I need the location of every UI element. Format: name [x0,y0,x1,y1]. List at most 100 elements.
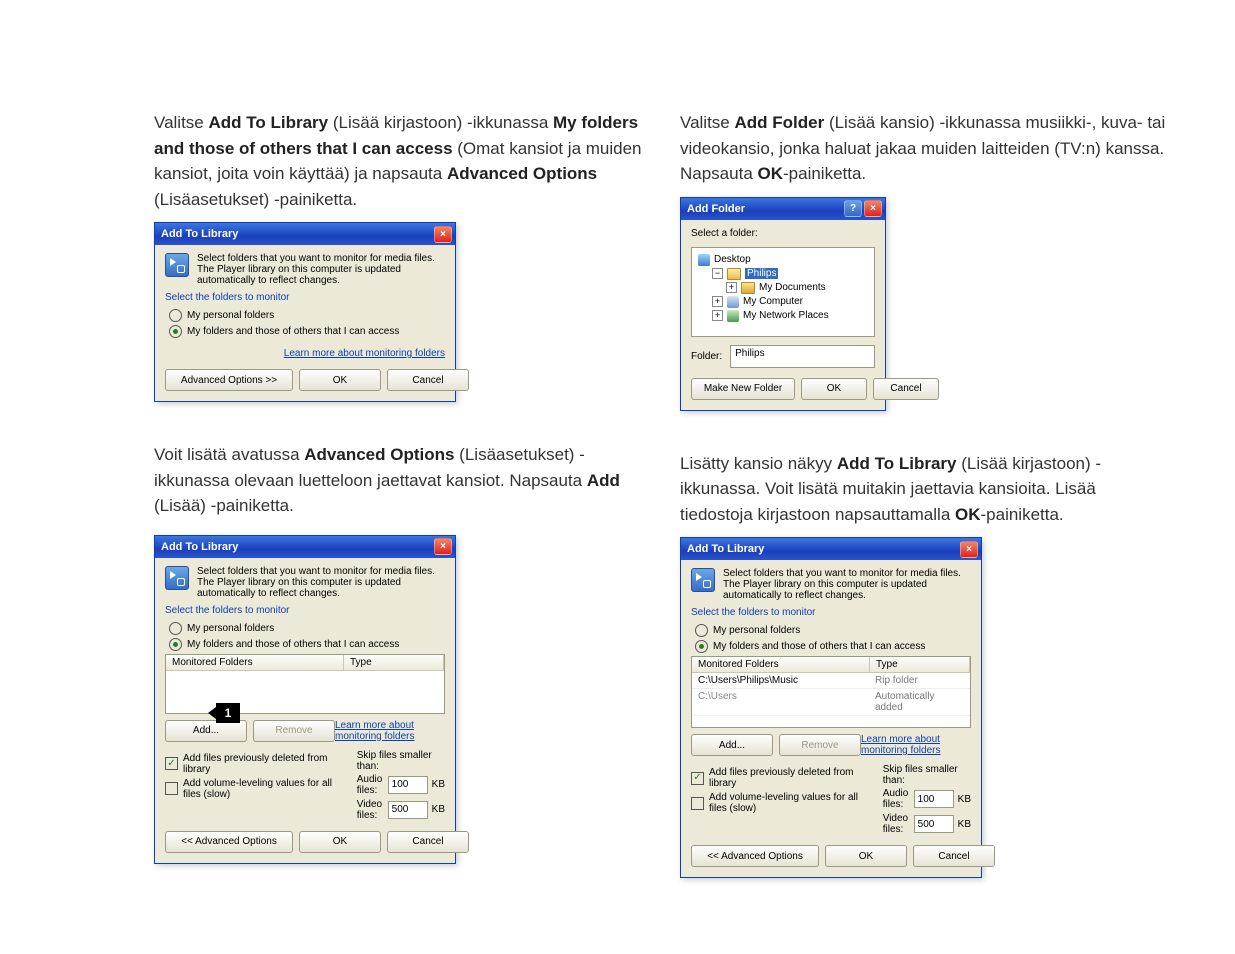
table-row[interactable]: C:\Users\Philips\MusicRip folder [692,673,970,689]
advanced-options-button[interactable]: << Advanced Options [691,845,819,867]
folder-name-input[interactable]: Philips [730,345,875,368]
dialog-add-to-library-populated: Add To Library × Select folders that you… [680,537,982,878]
advanced-options-button[interactable]: << Advanced Options [165,831,293,853]
callout-marker-1: 1 [216,703,240,723]
expand-icon[interactable]: + [726,282,737,293]
text: (Lisää kirjastoon) -ikkunassa [328,113,553,132]
chk-add-deleted[interactable]: Add files previously deleted from librar… [165,753,339,775]
video-size-input[interactable]: 500 [914,815,954,833]
label: Folder: [691,351,722,362]
cell: Rip folder [869,673,970,688]
right-para-2: Lisätty kansio näkyy Add To Library (Lis… [680,451,1170,528]
titlebar[interactable]: Add To Library × [681,538,981,560]
learn-link[interactable]: Learn more about monitoring folders [861,734,971,756]
chk-add-deleted[interactable]: Add files previously deleted from librar… [691,767,865,789]
ok-button[interactable]: OK [299,831,381,853]
add-button[interactable]: Add... [165,720,247,742]
radio-all-access[interactable]: My folders and those of others that I ca… [169,325,445,338]
table-row[interactable]: C:\UsersAutomatically added [692,689,970,716]
text: (Lisää) -painiketta. [154,496,294,515]
learn-link[interactable]: Learn more about monitoring folders [284,348,445,359]
col-header[interactable]: Monitored Folders [166,655,344,670]
tree-item[interactable]: My Network Places [743,310,829,321]
remove-button: Remove [253,720,335,742]
tree-item[interactable]: My Documents [759,282,826,293]
text: Valitse [154,113,209,132]
audio-size-input[interactable]: 100 [388,776,428,794]
label: Video files: [883,813,910,835]
chk-volume-level[interactable]: Add volume-leveling values for all files… [165,778,339,800]
audio-size-input[interactable]: 100 [914,790,954,808]
radio-label: My folders and those of others that I ca… [187,639,399,650]
ok-button[interactable]: OK [825,845,907,867]
radio-personal[interactable]: My personal folders [169,309,445,322]
make-new-folder-button[interactable]: Make New Folder [691,378,795,400]
text: -painiketta. [783,164,866,183]
titlebar[interactable]: Add Folder ? × [681,198,885,220]
radio-label: My personal folders [187,310,274,321]
help-icon[interactable]: ? [844,200,862,217]
folder-icon [741,282,755,294]
section-label: Select the folders to monitor [165,605,445,616]
label: KB [958,794,971,805]
tree-item-selected[interactable]: Philips [745,268,778,279]
monitored-folders-list[interactable]: Monitored FoldersType [165,654,445,714]
close-icon[interactable]: × [434,226,452,243]
titlebar[interactable]: Add To Library × [155,536,455,558]
close-icon[interactable]: × [960,541,978,558]
cell: C:\Users [692,689,869,715]
info-text: Select folders that you want to monitor … [197,566,445,599]
title-text: Add Folder [687,203,745,215]
ok-button[interactable]: OK [801,378,867,400]
learn-link[interactable]: Learn more about monitoring folders [335,720,445,742]
close-icon[interactable]: × [434,538,452,555]
left-column: Valitse Add To Library (Lisää kirjastoon… [154,110,644,890]
expand-icon[interactable]: − [712,268,723,279]
titlebar[interactable]: Add To Library × [155,223,455,245]
checkbox-label: Add files previously deleted from librar… [709,767,865,789]
cancel-button[interactable]: Cancel [387,831,469,853]
text: -painiketta. [981,505,1064,524]
radio-personal[interactable]: My personal folders [169,622,445,635]
close-icon[interactable]: × [864,200,882,217]
col-header[interactable]: Type [870,657,970,672]
radio-label: My personal folders [713,625,800,636]
add-button[interactable]: Add... [691,734,773,756]
radio-all-access[interactable]: My folders and those of others that I ca… [169,638,445,651]
cancel-button[interactable]: Cancel [873,378,939,400]
ok-button[interactable]: OK [299,369,381,391]
title-text: Add To Library [161,541,238,553]
text-bold: Add Folder [735,113,825,132]
expand-icon[interactable]: + [712,310,723,321]
advanced-options-button[interactable]: Advanced Options >> [165,369,293,391]
radio-personal[interactable]: My personal folders [695,624,971,637]
cancel-button[interactable]: Cancel [387,369,469,391]
col-header[interactable]: Monitored Folders [692,657,870,672]
remove-button: Remove [779,734,861,756]
video-size-input[interactable]: 500 [388,801,428,819]
text-bold: OK [758,164,784,183]
col-header[interactable]: Type [344,655,444,670]
right-para-1: Valitse Add Folder (Lisää kansio) -ikkun… [680,110,1170,187]
chk-volume-level[interactable]: Add volume-leveling values for all files… [691,792,865,814]
text: Valitse [680,113,735,132]
checkbox-label: Add volume-leveling values for all files… [183,778,339,800]
text: (Lisäasetukset) -painiketta. [154,190,357,209]
folder-tree[interactable]: Desktop − Philips + My Documents + My Compu… [691,247,875,337]
right-column: Valitse Add Folder (Lisää kansio) -ikkun… [680,110,1170,890]
section-label: Select the folders to monitor [165,292,445,303]
expand-icon[interactable]: + [712,296,723,307]
radio-all-access[interactable]: My folders and those of others that I ca… [695,640,971,653]
checkbox-label: Add files previously deleted from librar… [183,753,339,775]
tree-item[interactable]: My Computer [743,296,803,307]
text-bold: Advanced Options [447,164,597,183]
checkbox-label: Add volume-leveling values for all files… [709,792,865,814]
wmp-icon [165,566,189,590]
title-text: Add To Library [161,228,238,240]
label: KB [432,804,445,815]
radio-label: My folders and those of others that I ca… [187,326,399,337]
wmp-icon [165,253,189,277]
tree-item[interactable]: Desktop [714,254,751,265]
cancel-button[interactable]: Cancel [913,845,995,867]
monitored-folders-list[interactable]: Monitored FoldersType C:\Users\Philips\M… [691,656,971,728]
